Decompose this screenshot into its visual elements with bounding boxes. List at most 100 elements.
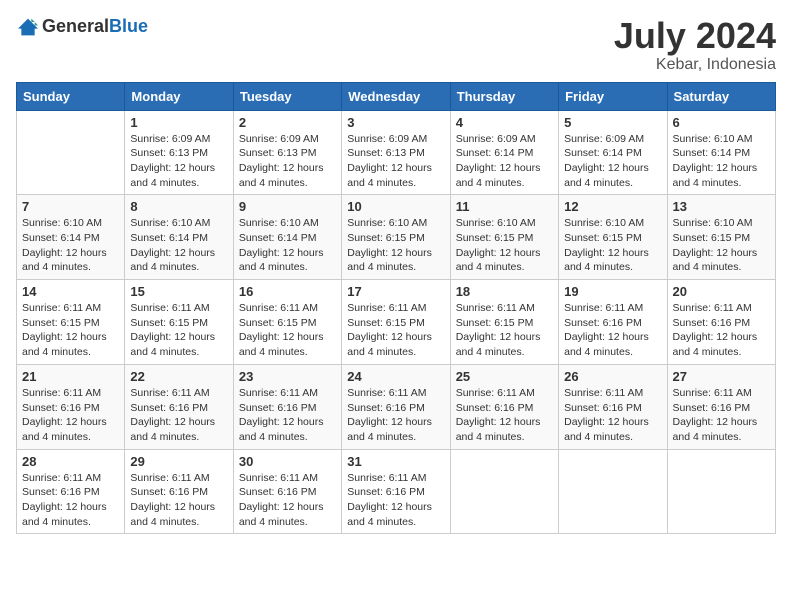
day-number: 9 [239,199,336,214]
day-number: 10 [347,199,444,214]
day-number: 22 [130,369,227,384]
calendar-week-row: 14 Sunrise: 6:11 AMSunset: 6:15 PMDaylig… [17,280,776,365]
day-number: 26 [564,369,661,384]
calendar-cell: 7 Sunrise: 6:10 AMSunset: 6:14 PMDayligh… [17,195,125,280]
calendar-week-row: 28 Sunrise: 6:11 AMSunset: 6:16 PMDaylig… [17,449,776,534]
day-number: 20 [673,284,770,299]
calendar-cell: 17 Sunrise: 6:11 AMSunset: 6:15 PMDaylig… [342,280,450,365]
day-number: 28 [22,454,119,469]
day-number: 15 [130,284,227,299]
day-number: 12 [564,199,661,214]
day-info: Sunrise: 6:09 AMSunset: 6:13 PMDaylight:… [130,133,215,189]
logo-blue-text: Blue [109,16,148,37]
column-header-wednesday: Wednesday [342,82,450,110]
day-number: 18 [456,284,553,299]
logo-general-text: General [42,16,109,37]
calendar-cell: 8 Sunrise: 6:10 AMSunset: 6:14 PMDayligh… [125,195,233,280]
location-subtitle: Kebar, Indonesia [614,56,776,74]
day-info: Sunrise: 6:09 AMSunset: 6:14 PMDaylight:… [456,133,541,189]
day-info: Sunrise: 6:11 AMSunset: 6:16 PMDaylight:… [22,387,107,443]
day-info: Sunrise: 6:11 AMSunset: 6:15 PMDaylight:… [347,302,432,358]
calendar-cell: 27 Sunrise: 6:11 AMSunset: 6:16 PMDaylig… [667,364,775,449]
day-number: 24 [347,369,444,384]
calendar-week-row: 1 Sunrise: 6:09 AMSunset: 6:13 PMDayligh… [17,110,776,195]
day-number: 6 [673,115,770,130]
calendar-cell: 10 Sunrise: 6:10 AMSunset: 6:15 PMDaylig… [342,195,450,280]
day-number: 13 [673,199,770,214]
calendar-cell: 18 Sunrise: 6:11 AMSunset: 6:15 PMDaylig… [450,280,558,365]
day-number: 17 [347,284,444,299]
calendar-week-row: 7 Sunrise: 6:10 AMSunset: 6:14 PMDayligh… [17,195,776,280]
calendar-cell: 20 Sunrise: 6:11 AMSunset: 6:16 PMDaylig… [667,280,775,365]
calendar-table: SundayMondayTuesdayWednesdayThursdayFrid… [16,82,776,535]
generalblue-logo-icon [16,17,40,37]
calendar-cell: 6 Sunrise: 6:10 AMSunset: 6:14 PMDayligh… [667,110,775,195]
column-header-thursday: Thursday [450,82,558,110]
day-number: 3 [347,115,444,130]
day-info: Sunrise: 6:11 AMSunset: 6:15 PMDaylight:… [239,302,324,358]
day-info: Sunrise: 6:10 AMSunset: 6:15 PMDaylight:… [673,217,758,273]
calendar-cell: 19 Sunrise: 6:11 AMSunset: 6:16 PMDaylig… [559,280,667,365]
calendar-cell [667,449,775,534]
day-info: Sunrise: 6:11 AMSunset: 6:16 PMDaylight:… [347,472,432,528]
day-info: Sunrise: 6:10 AMSunset: 6:14 PMDaylight:… [130,217,215,273]
day-number: 4 [456,115,553,130]
calendar-cell: 21 Sunrise: 6:11 AMSunset: 6:16 PMDaylig… [17,364,125,449]
calendar-cell: 25 Sunrise: 6:11 AMSunset: 6:16 PMDaylig… [450,364,558,449]
day-info: Sunrise: 6:11 AMSunset: 6:15 PMDaylight:… [130,302,215,358]
day-number: 11 [456,199,553,214]
calendar-cell: 13 Sunrise: 6:10 AMSunset: 6:15 PMDaylig… [667,195,775,280]
calendar-cell: 30 Sunrise: 6:11 AMSunset: 6:16 PMDaylig… [233,449,341,534]
day-info: Sunrise: 6:11 AMSunset: 6:16 PMDaylight:… [130,387,215,443]
calendar-cell: 15 Sunrise: 6:11 AMSunset: 6:15 PMDaylig… [125,280,233,365]
calendar-cell: 24 Sunrise: 6:11 AMSunset: 6:16 PMDaylig… [342,364,450,449]
day-info: Sunrise: 6:11 AMSunset: 6:15 PMDaylight:… [22,302,107,358]
calendar-cell: 2 Sunrise: 6:09 AMSunset: 6:13 PMDayligh… [233,110,341,195]
calendar-cell: 9 Sunrise: 6:10 AMSunset: 6:14 PMDayligh… [233,195,341,280]
day-info: Sunrise: 6:09 AMSunset: 6:13 PMDaylight:… [239,133,324,189]
day-info: Sunrise: 6:09 AMSunset: 6:13 PMDaylight:… [347,133,432,189]
page-header: GeneralBlue July 2024 Kebar, Indonesia [16,16,776,74]
calendar-cell: 23 Sunrise: 6:11 AMSunset: 6:16 PMDaylig… [233,364,341,449]
calendar-cell: 3 Sunrise: 6:09 AMSunset: 6:13 PMDayligh… [342,110,450,195]
calendar-header-row: SundayMondayTuesdayWednesdayThursdayFrid… [17,82,776,110]
day-info: Sunrise: 6:11 AMSunset: 6:16 PMDaylight:… [239,472,324,528]
calendar-cell [450,449,558,534]
day-info: Sunrise: 6:11 AMSunset: 6:16 PMDaylight:… [456,387,541,443]
calendar-cell: 29 Sunrise: 6:11 AMSunset: 6:16 PMDaylig… [125,449,233,534]
day-info: Sunrise: 6:11 AMSunset: 6:16 PMDaylight:… [564,387,649,443]
logo: GeneralBlue [16,16,148,37]
day-info: Sunrise: 6:11 AMSunset: 6:16 PMDaylight:… [673,302,758,358]
day-info: Sunrise: 6:10 AMSunset: 6:14 PMDaylight:… [22,217,107,273]
calendar-cell: 26 Sunrise: 6:11 AMSunset: 6:16 PMDaylig… [559,364,667,449]
day-number: 27 [673,369,770,384]
day-info: Sunrise: 6:11 AMSunset: 6:15 PMDaylight:… [456,302,541,358]
calendar-cell: 4 Sunrise: 6:09 AMSunset: 6:14 PMDayligh… [450,110,558,195]
day-number: 21 [22,369,119,384]
calendar-cell [17,110,125,195]
day-number: 31 [347,454,444,469]
day-number: 16 [239,284,336,299]
day-number: 30 [239,454,336,469]
calendar-cell: 11 Sunrise: 6:10 AMSunset: 6:15 PMDaylig… [450,195,558,280]
day-number: 7 [22,199,119,214]
column-header-saturday: Saturday [667,82,775,110]
day-number: 8 [130,199,227,214]
column-header-sunday: Sunday [17,82,125,110]
day-number: 1 [130,115,227,130]
day-number: 29 [130,454,227,469]
day-info: Sunrise: 6:10 AMSunset: 6:15 PMDaylight:… [347,217,432,273]
column-header-friday: Friday [559,82,667,110]
calendar-cell: 28 Sunrise: 6:11 AMSunset: 6:16 PMDaylig… [17,449,125,534]
calendar-cell: 5 Sunrise: 6:09 AMSunset: 6:14 PMDayligh… [559,110,667,195]
calendar-cell: 31 Sunrise: 6:11 AMSunset: 6:16 PMDaylig… [342,449,450,534]
column-header-monday: Monday [125,82,233,110]
day-number: 14 [22,284,119,299]
title-block: July 2024 Kebar, Indonesia [614,16,776,74]
day-number: 23 [239,369,336,384]
day-info: Sunrise: 6:11 AMSunset: 6:16 PMDaylight:… [239,387,324,443]
day-info: Sunrise: 6:10 AMSunset: 6:14 PMDaylight:… [239,217,324,273]
day-info: Sunrise: 6:10 AMSunset: 6:14 PMDaylight:… [673,133,758,189]
calendar-week-row: 21 Sunrise: 6:11 AMSunset: 6:16 PMDaylig… [17,364,776,449]
day-info: Sunrise: 6:09 AMSunset: 6:14 PMDaylight:… [564,133,649,189]
